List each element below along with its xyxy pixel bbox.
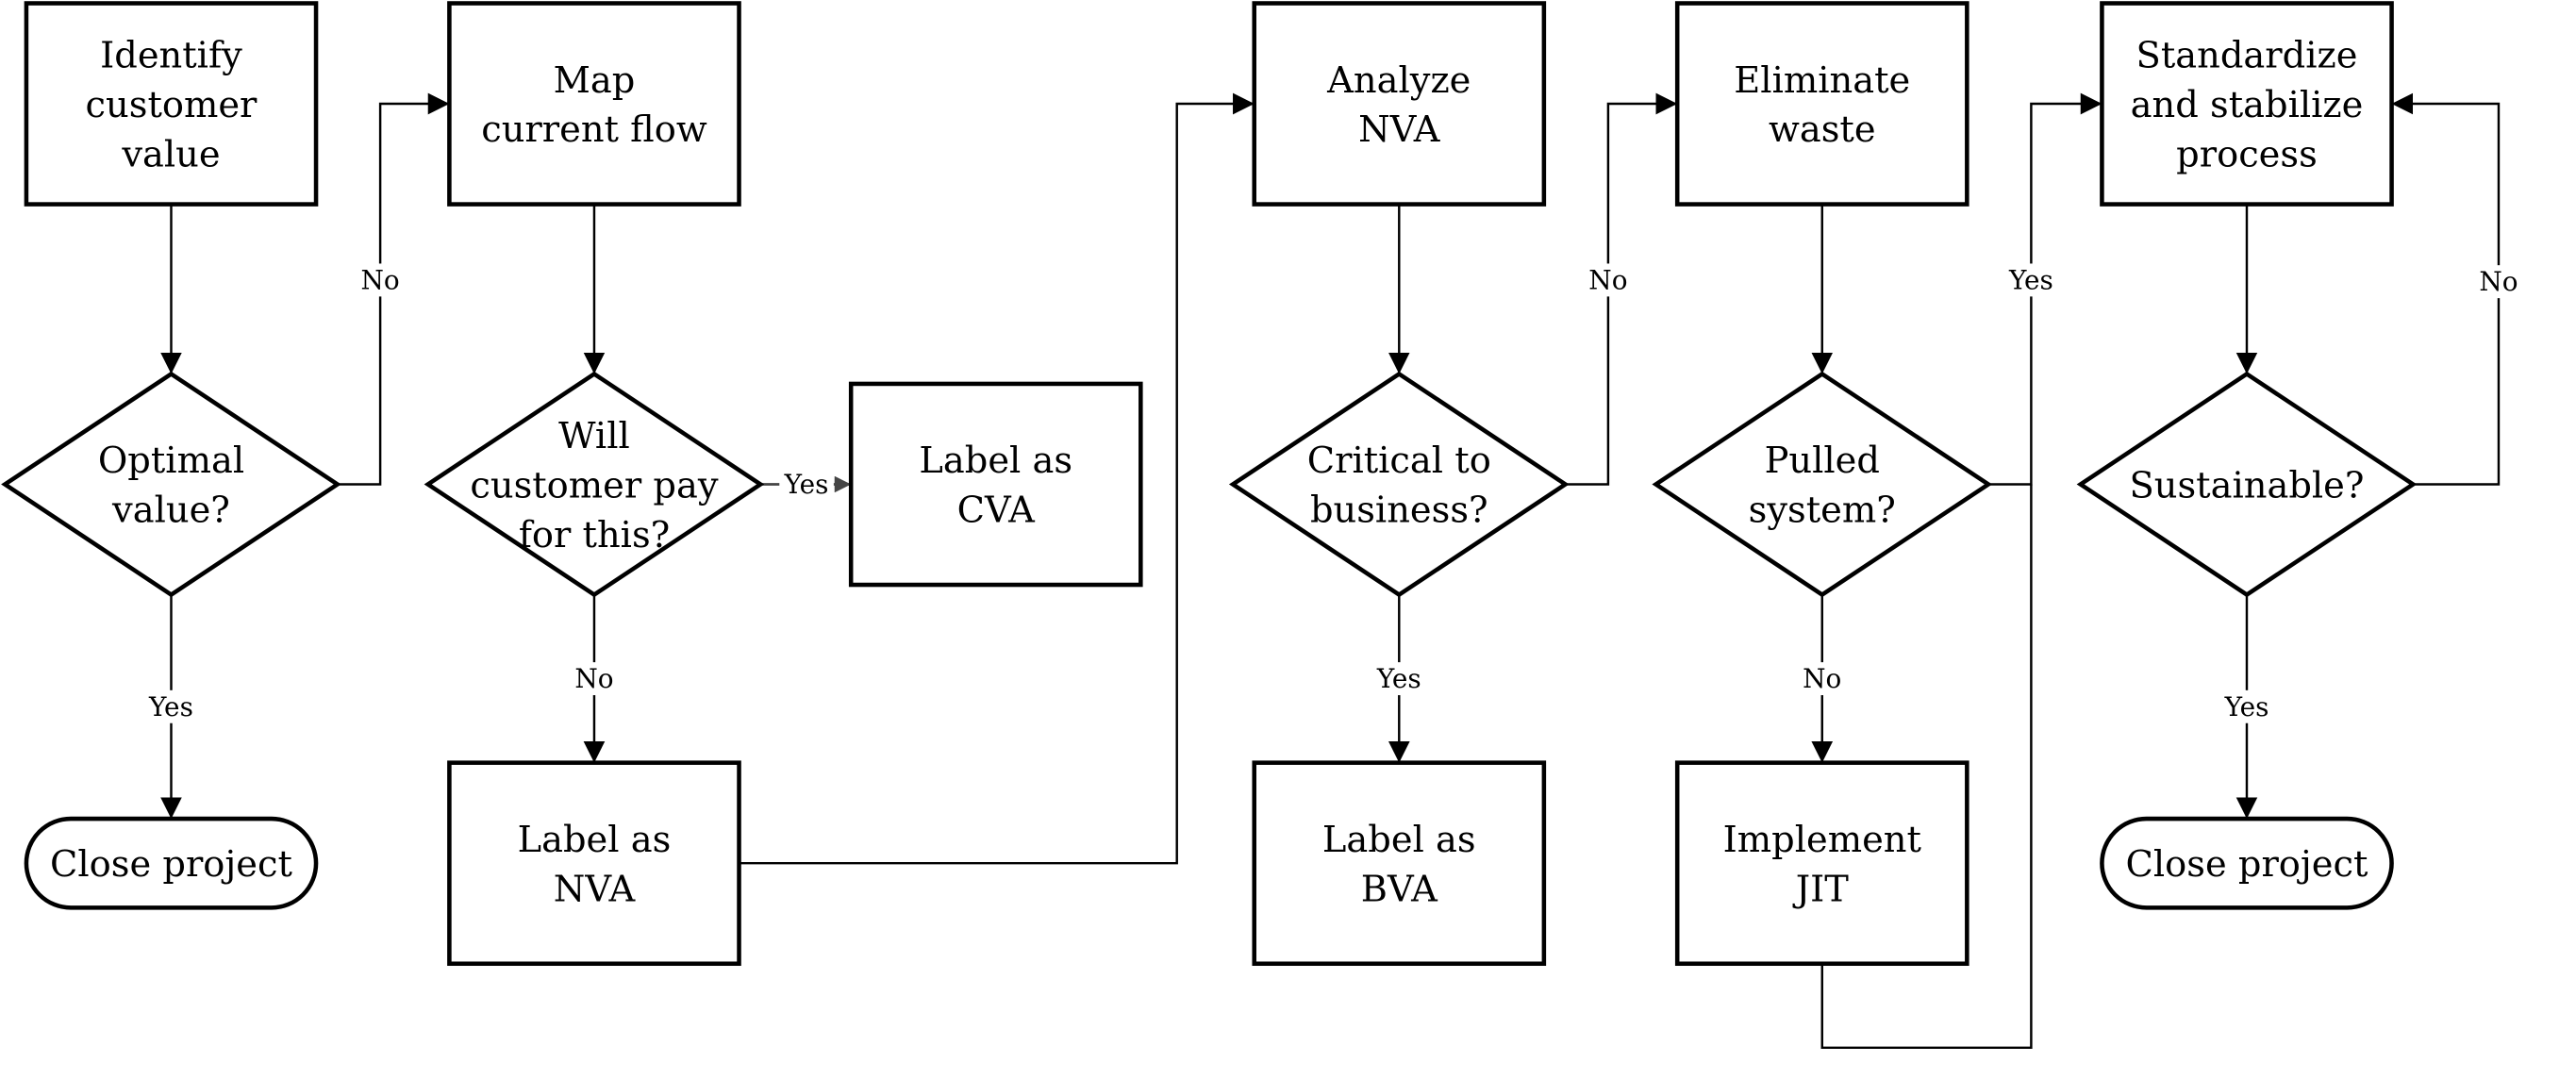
optimal-decision-shape <box>1 371 341 598</box>
map-label-line: current flow <box>481 108 707 151</box>
edge-label-yes: Yes <box>2008 264 2053 295</box>
jit-process-shape <box>1674 760 1969 967</box>
edge-label-no: No <box>574 663 613 694</box>
cva-label-line: Label as <box>919 440 1072 482</box>
pulled-label-line: Pulled <box>1765 440 1880 482</box>
pulled-label-line: system? <box>1749 490 1896 532</box>
node-eliminate: Eliminate waste <box>1674 1 1969 207</box>
edge-label-yes: Yes <box>2224 691 2269 722</box>
node-jit: Implement JIT <box>1674 760 1969 967</box>
willpay-label-line: customer pay <box>470 464 718 506</box>
node-willpay: Will customer pay for this? <box>424 371 765 598</box>
map-label-line: Map <box>554 59 636 102</box>
node-close1: Close project <box>24 816 319 910</box>
node-pulled: Pulled system? <box>1652 371 1993 598</box>
sustainable-label-line: Sustainable? <box>2129 464 2364 506</box>
standardize-label-line: Standardize <box>2136 35 2358 77</box>
node-analyze: Analyze NVA <box>1252 1 1547 207</box>
flowchart-canvas: Identify customer value Optimal value? Close … <box>1 1 2518 1050</box>
edge-label-yes: Yes <box>784 469 829 500</box>
critical-label-line: Critical to <box>1307 440 1491 482</box>
nva-process-shape <box>447 760 741 967</box>
edge-label-no: No <box>360 264 399 295</box>
edge-label-yes: Yes <box>148 691 193 722</box>
eliminate-label-line: waste <box>1769 108 1876 151</box>
node-standardize: Standardize and stabilize process <box>2100 1 2394 207</box>
jit-label-line: JIT <box>1792 868 1850 910</box>
close1-label-line: Close project <box>50 843 292 886</box>
standardize-label-line: and stabilize <box>2131 84 2364 126</box>
node-nva: Label as NVA <box>447 760 741 967</box>
standardize-label-line: process <box>2176 133 2318 175</box>
nva-label-line: Label as <box>518 819 672 861</box>
bva-process-shape <box>1252 760 1547 967</box>
identify-label-line: customer <box>86 84 258 126</box>
edge-label-no: No <box>1803 663 1841 694</box>
edge-label-no: No <box>1588 264 1627 295</box>
willpay-label-line: Will <box>558 415 630 457</box>
identify-label-line: Identify <box>100 35 242 77</box>
node-bva: Label as BVA <box>1252 760 1547 967</box>
optimal-label-line: value? <box>111 490 230 532</box>
cva-label-line: CVA <box>957 490 1036 532</box>
bva-label-line: Label as <box>1322 819 1476 861</box>
optimal-label-line: Optimal <box>98 440 244 482</box>
node-close2: Close project <box>2100 816 2394 910</box>
edge-label-yes: Yes <box>1376 663 1421 694</box>
identify-label-line: value <box>121 133 220 175</box>
node-optimal: Optimal value? <box>1 371 341 598</box>
map-process-shape <box>447 1 741 207</box>
analyze-process-shape <box>1252 1 1547 207</box>
node-critical: Critical to business? <box>1228 371 1570 598</box>
cva-process-shape <box>848 381 1143 588</box>
node-map: Map current flow <box>447 1 741 207</box>
critical-decision-shape <box>1228 371 1570 598</box>
eliminate-process-shape <box>1674 1 1969 207</box>
node-cva: Label as CVA <box>848 381 1143 588</box>
close2-label-line: Close project <box>2126 843 2368 886</box>
willpay-label-line: for this? <box>519 514 671 556</box>
analyze-label-line: NVA <box>1358 108 1441 151</box>
node-identify: Identify customer value <box>24 1 319 207</box>
pulled-decision-shape <box>1652 371 1993 598</box>
bva-label-line: BVA <box>1361 868 1438 910</box>
edge-label-no: No <box>2479 266 2518 297</box>
jit-label-line: Implement <box>1723 819 1922 861</box>
analyze-label-line: Analyze <box>1326 59 1471 102</box>
critical-label-line: business? <box>1310 490 1488 532</box>
nva-label-line: NVA <box>554 868 637 910</box>
node-sustainable: Sustainable? <box>2076 371 2418 598</box>
eliminate-label-line: Eliminate <box>1734 59 1910 102</box>
